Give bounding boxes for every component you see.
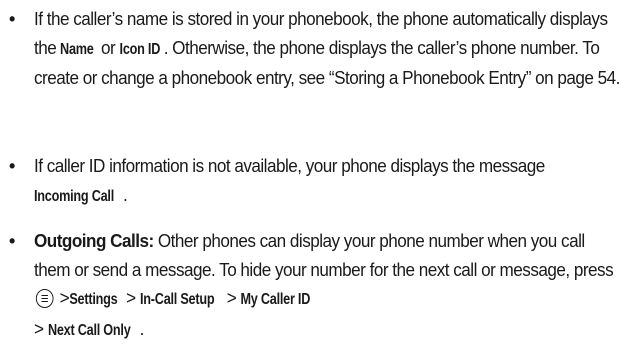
path-separator: > (34, 317, 48, 339)
ui-label-settings: Settings (69, 291, 118, 309)
bullet-marker: • (9, 156, 16, 176)
ui-label-icon-id: Icon ID (119, 40, 161, 58)
paragraph-outgoing-calls: Outgoing Calls: Other phones can display… (34, 227, 620, 345)
manual-page: • If the caller’s name is stored in your… (0, 0, 624, 343)
outgoing-calls-heading: Outgoing Calls: (34, 230, 154, 251)
ui-label-name: Name (60, 40, 95, 58)
text-segment: . (123, 183, 128, 205)
path-separator: > (121, 287, 140, 309)
path-separator: > (55, 287, 70, 309)
text-segment: If caller ID information is not availabl… (34, 155, 545, 176)
paragraph-caller-name: If the caller’s name is stored in your p… (34, 5, 620, 93)
text-segment: . (139, 317, 145, 339)
menu-key-icon (35, 289, 54, 309)
path-separator: > (222, 287, 241, 309)
ui-label-incoming-call: Incoming Call (34, 187, 114, 205)
bullet-marker: • (9, 9, 16, 29)
paragraph-no-caller-id: If caller ID information is not availabl… (34, 152, 620, 211)
ui-label-my-caller-id: My Caller ID (240, 291, 311, 309)
ui-label-next-call-only: Next Call Only (47, 321, 131, 339)
ui-label-in-call-setup: In-Call Setup (139, 291, 215, 309)
bullet-marker: • (9, 231, 16, 251)
text-segment: or (96, 36, 120, 58)
